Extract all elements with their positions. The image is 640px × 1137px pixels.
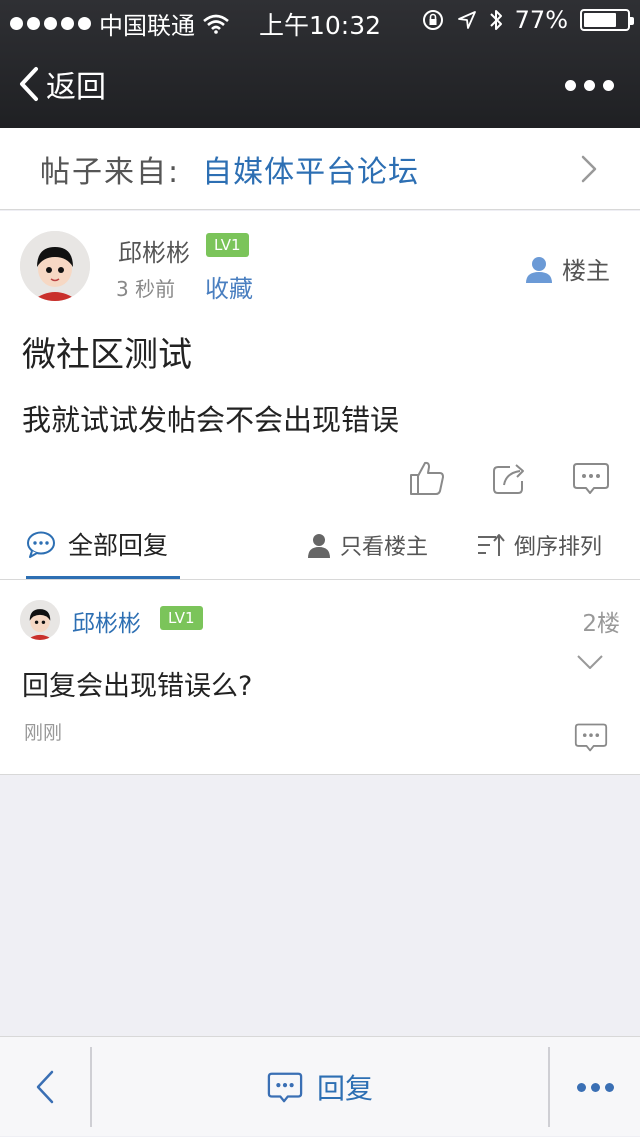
avatar-image <box>20 600 60 640</box>
reply-button-label: 回复 <box>316 1072 373 1105</box>
navigation-bar: 返回 <box>0 40 640 128</box>
tab-owner-only[interactable]: 只看楼主 <box>306 529 428 561</box>
speech-bubble-icon <box>27 531 55 558</box>
chevron-right-icon <box>581 155 597 183</box>
floor-number: 2楼 <box>582 611 620 637</box>
source-forum-name: 自媒体平台论坛 <box>202 154 420 190</box>
avatar[interactable] <box>20 231 90 301</box>
battery-icon <box>580 9 634 31</box>
comment-icon <box>267 1072 303 1103</box>
post-actions <box>408 459 610 497</box>
owner-label: 楼主 <box>562 257 610 285</box>
battery-fill <box>584 13 617 27</box>
back-chevron-icon <box>20 67 38 101</box>
reply-item: 邱彬彬 LV1 2楼 回复会出现错误么? 刚刚 <box>0 579 640 775</box>
reply-time: 刚刚 <box>24 722 63 744</box>
status-bar: 中国联通 上午10:32 77% <box>0 0 640 40</box>
post-title: 微社区测试 <box>22 335 192 375</box>
source-label: 帖子来自: <box>40 154 181 190</box>
bluetooth-icon <box>489 10 502 30</box>
user-icon <box>526 256 552 283</box>
avatar-image <box>20 231 90 301</box>
level-badge: LV1 <box>206 233 249 257</box>
like-icon[interactable] <box>408 459 446 497</box>
post-card: 邱彬彬 LV1 3 秒前 收藏 楼主 微社区测试 我就试试发帖会不会出现错误 全… <box>0 211 640 579</box>
avatar[interactable] <box>20 600 60 640</box>
bottom-toolbar: 回复 <box>0 1036 640 1136</box>
user-icon <box>308 534 330 558</box>
reply-author-name[interactable]: 邱彬彬 <box>72 604 141 638</box>
reply-tabs: 全部回复 只看楼主 倒序排列 <box>0 511 640 579</box>
toolbar-back-button[interactable] <box>0 1037 90 1137</box>
status-right: 77% <box>421 6 634 34</box>
collect-button[interactable]: 收藏 <box>205 269 253 304</box>
reply-text: 回复会出现错误么? <box>22 671 253 702</box>
tab-all-replies-label: 全部回复 <box>68 530 169 560</box>
top-bar: 中国联通 上午10:32 77% 返回 <box>0 0 640 128</box>
location-arrow-icon <box>457 11 476 29</box>
rotation-lock-icon <box>422 10 443 30</box>
post-body: 我就试试发帖会不会出现错误 <box>22 403 400 437</box>
more-options-button[interactable] <box>565 80 614 91</box>
thread-owner-tag: 楼主 <box>524 251 610 286</box>
back-label: 返回 <box>46 70 106 105</box>
tab-all-replies[interactable]: 全部回复 <box>26 511 180 579</box>
post-time: 3 秒前 <box>116 277 176 301</box>
sort-icon <box>478 534 505 556</box>
source-forum-row[interactable]: 帖子来自: 自媒体平台论坛 <box>0 128 640 210</box>
tab-owner-only-label: 只看楼主 <box>340 535 429 560</box>
comment-icon[interactable] <box>574 720 608 754</box>
share-icon[interactable] <box>490 459 528 497</box>
battery-percent: 77% <box>514 6 568 34</box>
chevron-left-icon <box>36 1070 54 1104</box>
reply-button[interactable]: 回复 <box>92 1037 548 1137</box>
comment-icon[interactable] <box>572 459 610 497</box>
post-author-name[interactable]: 邱彬彬 <box>118 233 190 268</box>
toolbar-more-button[interactable] <box>550 1037 640 1137</box>
tab-reverse-order-label: 倒序排列 <box>514 535 603 560</box>
back-button[interactable]: 返回 <box>18 62 106 106</box>
chevron-down-icon[interactable] <box>576 654 604 670</box>
level-badge: LV1 <box>160 606 203 630</box>
tab-reverse-order[interactable]: 倒序排列 <box>476 529 602 561</box>
